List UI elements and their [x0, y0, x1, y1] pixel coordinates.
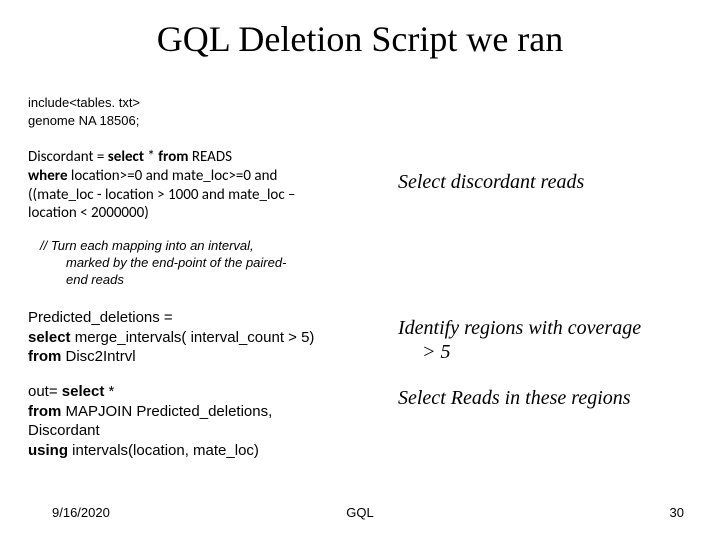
keyword-from: from	[158, 148, 188, 166]
comment-line: end reads	[40, 272, 360, 289]
text: READS	[188, 148, 232, 166]
text: location>=0 and mate_loc>=0 and	[68, 167, 278, 185]
annotation-discordant: Select discordant reads	[398, 170, 708, 194]
text: MAPJOIN Predicted_deletions,	[61, 403, 272, 420]
code-comment: // Turn each mapping into an interval, m…	[40, 238, 360, 289]
footer-center-label: GQL	[0, 505, 720, 520]
text: Disc2Intrvl	[61, 348, 135, 365]
code-block-out: out= select * from MAPJOIN Predicted_del…	[28, 382, 368, 460]
keyword-select: select	[28, 329, 71, 346]
keyword-from: from	[28, 403, 61, 420]
keyword-from: from	[28, 348, 61, 365]
text: ((mate_loc - location > 1000 and mate_lo…	[28, 186, 368, 205]
comment-line: marked by the end-point of the paired-	[40, 255, 360, 272]
code-genome-line: genome NA 18506;	[28, 112, 140, 130]
text: Discordant =	[28, 148, 108, 166]
code-block-discordant: Discordant = select * from READS where l…	[28, 148, 368, 223]
annotation-line: > 5	[398, 340, 708, 364]
slide: GQL Deletion Script we ran include<table…	[0, 0, 720, 540]
text: out=	[28, 383, 62, 400]
text: *	[104, 383, 114, 400]
slide-title: GQL Deletion Script we ran	[0, 18, 720, 60]
annotation-line: Identify regions with coverage	[398, 316, 708, 340]
text: location < 2000000)	[28, 204, 368, 223]
text: merge_intervals( interval_count > 5)	[71, 329, 315, 346]
text: Predicted_deletions =	[28, 308, 368, 328]
keyword-select: select	[108, 148, 144, 166]
text: *	[144, 148, 158, 166]
text: intervals(location, mate_loc)	[68, 442, 259, 459]
keyword-where: where	[28, 167, 68, 185]
text: Discordant	[28, 421, 368, 441]
code-header: include<tables. txt> genome NA 18506;	[28, 94, 140, 129]
keyword-select: select	[62, 383, 105, 400]
code-block-predicted: Predicted_deletions = select merge_inter…	[28, 308, 368, 367]
code-include-line: include<tables. txt>	[28, 94, 140, 112]
keyword-using: using	[28, 442, 68, 459]
annotation-regions: Identify regions with coverage > 5	[398, 316, 708, 364]
annotation-select-reads: Select Reads in these regions	[398, 386, 708, 410]
comment-line: // Turn each mapping into an interval,	[40, 238, 360, 255]
footer-page-number: 30	[670, 505, 684, 520]
